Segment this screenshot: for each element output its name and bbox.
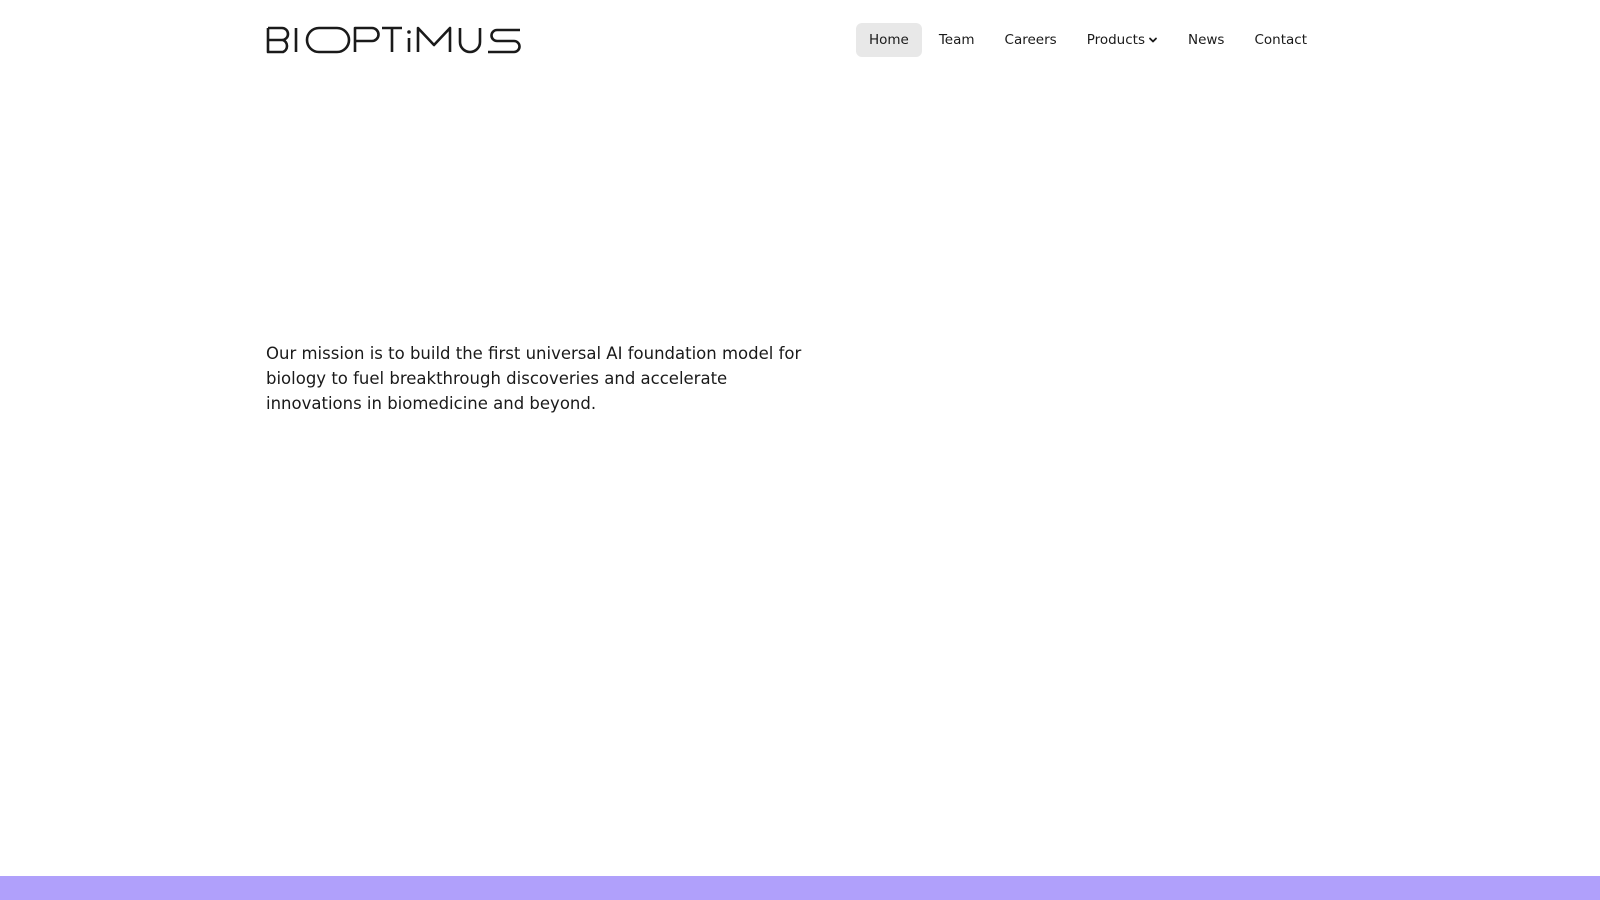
nav-item-label: Team (938, 32, 975, 48)
nav-item-label: Contact (1254, 32, 1307, 48)
page: Home Team Careers Products News Contact … (0, 0, 1600, 900)
nav-item-label: Products (1086, 32, 1145, 48)
nav-item-careers[interactable]: Careers (992, 23, 1070, 57)
mission-statement: Our mission is to build the first univer… (266, 344, 802, 413)
nav-item-label: Home (868, 32, 909, 48)
main-nav: Home Team Careers Products News Contact (855, 23, 1320, 57)
nav-item-label: News (1187, 32, 1225, 48)
site-header: Home Team Careers Products News Contact (266, 20, 1320, 60)
nav-item-home[interactable]: Home (855, 23, 922, 57)
nav-item-label: Careers (1004, 32, 1057, 48)
nav-item-news[interactable]: News (1175, 23, 1237, 57)
chevron-down-icon (1148, 35, 1158, 45)
brand-logo[interactable] (266, 25, 522, 55)
footer-band (0, 876, 1600, 900)
logo-mark (266, 26, 521, 54)
nav-item-contact[interactable]: Contact (1241, 23, 1320, 57)
nav-item-products[interactable]: Products (1074, 23, 1171, 57)
nav-item-team[interactable]: Team (926, 23, 988, 57)
